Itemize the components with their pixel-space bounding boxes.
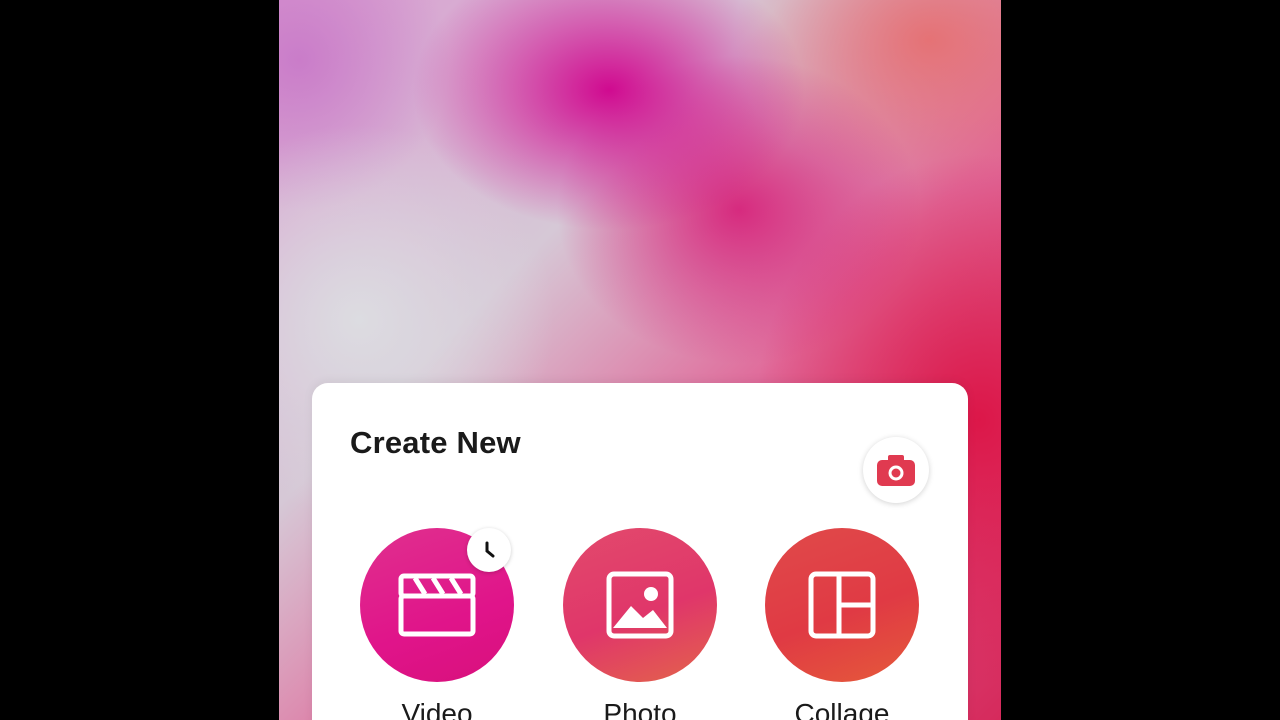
image-icon — [606, 571, 674, 639]
camera-icon — [877, 455, 915, 486]
video-clapperboard-icon — [398, 573, 476, 637]
create-new-sheet: Create New Video Photo Collage — [312, 383, 968, 720]
pending-badge — [467, 528, 511, 572]
collage-circle[interactable] — [765, 528, 919, 682]
photo-circle[interactable] — [563, 528, 717, 682]
video-label: Video — [401, 698, 473, 720]
photo-label: Photo — [603, 698, 677, 720]
camera-button[interactable] — [863, 437, 929, 503]
screen-frame: Create New Video Photo Collage — [0, 0, 1280, 720]
photo-option[interactable]: Photo — [563, 528, 717, 720]
sheet-title: Create New — [350, 425, 521, 460]
video-option[interactable]: Video — [360, 528, 514, 720]
phone-screen: Create New Video Photo Collage — [279, 0, 1001, 720]
collage-layout-icon — [808, 571, 876, 639]
collage-label: Collage — [794, 698, 890, 720]
collage-option[interactable]: Collage — [765, 528, 919, 720]
clock-icon — [485, 541, 495, 558]
